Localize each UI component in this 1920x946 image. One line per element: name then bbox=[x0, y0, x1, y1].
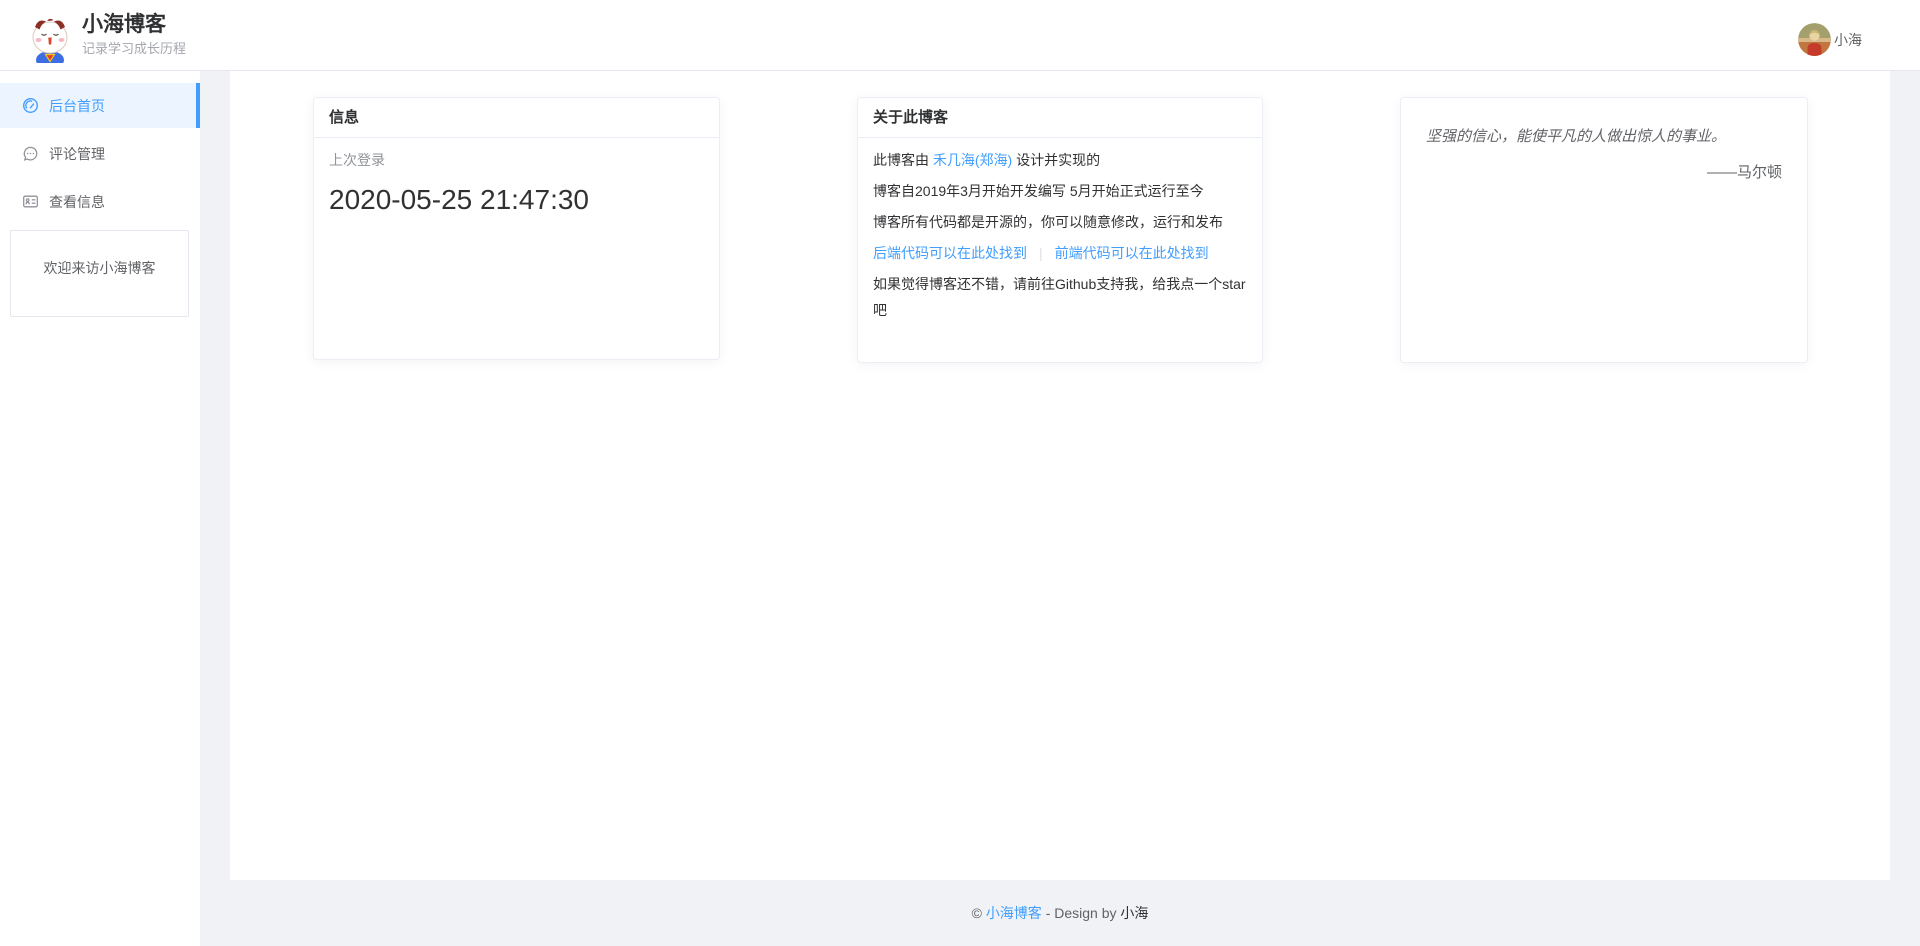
footer-site-link[interactable]: 小海博客 bbox=[986, 905, 1042, 921]
sidebar-menu: 后台首页 评论管理 bbox=[0, 71, 200, 224]
info-card-title: 信息 bbox=[314, 98, 719, 138]
app-header: 小海博客 记录学习成长历程 小海 bbox=[0, 0, 1920, 71]
sidebar-item-label: 后台首页 bbox=[49, 96, 105, 116]
comment-icon bbox=[22, 145, 39, 162]
sidebar-welcome-card: 欢迎来访小海博客 bbox=[10, 230, 189, 317]
about-line-star: 如果觉得博客还不错，请前往Github支持我，给我点一个star吧 bbox=[873, 271, 1247, 323]
sidebar: 后台首页 评论管理 bbox=[0, 71, 200, 946]
sidebar-item-label: 评论管理 bbox=[49, 144, 105, 164]
footer-author: 小海 bbox=[1120, 905, 1148, 921]
welcome-text: 欢迎来访小海博客 bbox=[44, 260, 156, 276]
quote-author: ——马尔顿 bbox=[1426, 161, 1782, 185]
about-line-code-links: 后端代码可以在此处找到 | 前端代码可以在此处找到 bbox=[873, 240, 1247, 266]
about-line-history: 博客自2019年3月开始开发编写 5月开始正式运行至今 bbox=[873, 178, 1247, 204]
link-divider: | bbox=[1039, 245, 1043, 261]
frontend-code-link[interactable]: 前端代码可以在此处找到 bbox=[1055, 245, 1209, 261]
sidebar-item-dashboard[interactable]: 后台首页 bbox=[0, 83, 200, 128]
sidebar-item-profile[interactable]: 查看信息 bbox=[0, 179, 200, 224]
last-login-label: 上次登录 bbox=[329, 150, 704, 170]
last-login-value: 2020-05-25 21:47:30 bbox=[329, 182, 704, 218]
about-card-title: 关于此博客 bbox=[858, 98, 1262, 138]
site-logo-icon bbox=[27, 16, 73, 63]
main-content: 信息 上次登录 2020-05-25 21:47:30 关于此博客 此博客由 禾… bbox=[230, 71, 1890, 880]
about-line-opensource: 博客所有代码都是开源的，你可以随意修改，运行和发布 bbox=[873, 209, 1247, 235]
user-name: 小海 bbox=[1834, 30, 1862, 50]
postcard-icon bbox=[22, 193, 39, 210]
site-title-block: 小海博客 记录学习成长历程 bbox=[82, 11, 186, 57]
footer-middle-text: - Design by bbox=[1042, 905, 1121, 921]
quote-card: 坚强的信心，能使平凡的人做出惊人的事业。 ——马尔顿 bbox=[1400, 97, 1808, 363]
sidebar-item-comments[interactable]: 评论管理 bbox=[0, 131, 200, 176]
page-footer: © 小海博客 - Design by 小海 bbox=[230, 903, 1890, 923]
copyright-symbol: © bbox=[972, 905, 986, 921]
backend-code-link[interactable]: 后端代码可以在此处找到 bbox=[873, 245, 1027, 261]
user-menu-button[interactable]: 小海 bbox=[1798, 23, 1862, 56]
odometer-icon bbox=[22, 97, 39, 114]
about-card-body: 此博客由 禾几海(郑海) 设计并实现的 博客自2019年3月开始开发编写 5月开… bbox=[858, 138, 1262, 338]
author-link[interactable]: 禾几海(郑海) bbox=[933, 152, 1012, 168]
site-subtitle: 记录学习成长历程 bbox=[82, 40, 186, 57]
user-avatar-icon bbox=[1798, 23, 1831, 56]
about-line-author: 此博客由 禾几海(郑海) 设计并实现的 bbox=[873, 147, 1247, 173]
quote-card-body: 坚强的信心，能使平凡的人做出惊人的事业。 ——马尔顿 bbox=[1401, 98, 1807, 212]
quote-text: 坚强的信心，能使平凡的人做出惊人的事业。 bbox=[1426, 125, 1782, 149]
sidebar-item-label: 查看信息 bbox=[49, 192, 105, 212]
info-card-body: 上次登录 2020-05-25 21:47:30 bbox=[314, 138, 719, 230]
about-author-prefix: 此博客由 bbox=[873, 152, 933, 168]
about-card: 关于此博客 此博客由 禾几海(郑海) 设计并实现的 博客自2019年3月开始开发… bbox=[857, 97, 1263, 363]
site-title: 小海博客 bbox=[82, 11, 186, 38]
info-card: 信息 上次登录 2020-05-25 21:47:30 bbox=[313, 97, 720, 360]
about-author-suffix: 设计并实现的 bbox=[1012, 152, 1100, 168]
